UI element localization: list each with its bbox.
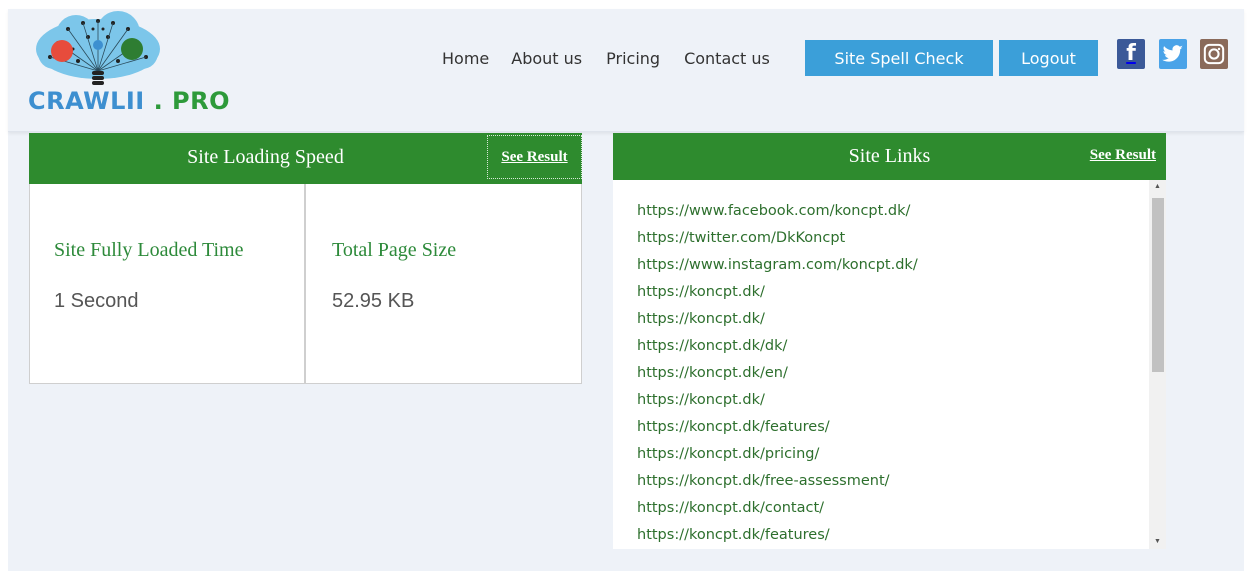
- links-card-header: Site Links See Result: [613, 133, 1166, 180]
- total-page-size-value: 52.95 KB: [332, 290, 415, 312]
- logout-button[interactable]: Logout: [999, 40, 1098, 76]
- fully-loaded-time-label: Site Fully Loaded Time: [54, 239, 244, 261]
- speed-card-header: Site Loading Speed See Result: [29, 133, 582, 184]
- fully-loaded-time-value: 1 Second: [54, 290, 139, 312]
- site-link-item[interactable]: https://twitter.com/DkKoncpt: [637, 230, 1147, 257]
- main-nav: Home About us Pricing Contact us: [442, 40, 794, 76]
- site-link-item[interactable]: https://www.facebook.com/koncpt.dk/: [637, 203, 1147, 230]
- site-link-item[interactable]: https://koncpt.dk/: [637, 284, 1147, 311]
- site-link-item[interactable]: https://koncpt.dk/dk/: [637, 338, 1147, 365]
- site-link-item[interactable]: https://koncpt.dk/en/: [637, 365, 1147, 392]
- instagram-camera-icon: [1203, 43, 1225, 65]
- site-link-item[interactable]: https://koncpt.dk/features/: [637, 527, 1147, 554]
- site-link-item[interactable]: https://koncpt.dk/pricing/: [637, 446, 1147, 473]
- nav-home[interactable]: Home: [442, 49, 489, 68]
- site-loading-speed-card: Site Loading Speed See Result Site Fully…: [29, 133, 582, 384]
- site-logo[interactable]: CRAWLII . PRO: [28, 9, 238, 124]
- site-link-item[interactable]: https://koncpt.dk/: [637, 311, 1147, 338]
- instagram-icon[interactable]: [1200, 39, 1228, 69]
- scroll-down-arrow-icon[interactable]: ▼: [1149, 535, 1166, 549]
- links-card-title: Site Links: [848, 145, 931, 167]
- fully-loaded-time-metric: Site Fully Loaded Time 1 Second: [30, 184, 306, 383]
- scroll-thumb[interactable]: [1152, 198, 1164, 372]
- site-links-card: Site Links See Result https://www.facebo…: [613, 133, 1166, 549]
- brand-name-part1: CRAWLII: [28, 87, 145, 115]
- cloud-network-logo-icon: [36, 11, 160, 85]
- site-link-item[interactable]: https://koncpt.dk/contact/: [637, 500, 1147, 527]
- twitter-icon[interactable]: [1159, 39, 1187, 69]
- total-page-size-metric: Total Page Size 52.95 KB: [307, 184, 582, 383]
- nav-contact-us[interactable]: Contact us: [684, 49, 770, 68]
- site-link-item[interactable]: https://koncpt.dk/free-assessment/: [637, 473, 1147, 500]
- speed-card-title: Site Loading Speed: [187, 146, 344, 168]
- site-link-item[interactable]: https://koncpt.dk/: [637, 392, 1147, 419]
- twitter-bird-icon: [1162, 45, 1183, 62]
- brand-name: CRAWLII . PRO: [28, 87, 230, 115]
- facebook-icon[interactable]: f: [1117, 39, 1145, 69]
- site-spell-check-button[interactable]: Site Spell Check: [805, 40, 993, 76]
- total-page-size-label: Total Page Size: [332, 239, 457, 261]
- nav-pricing[interactable]: Pricing: [606, 49, 660, 68]
- scroll-up-arrow-icon[interactable]: ▲: [1149, 180, 1166, 194]
- brand-name-part2: . PRO: [153, 87, 231, 115]
- site-header: CRAWLII . PRO Home About us Pricing Cont…: [8, 9, 1244, 132]
- site-link-item[interactable]: https://koncpt.dk/features/: [637, 419, 1147, 446]
- links-see-result-button[interactable]: See Result: [1090, 147, 1156, 164]
- speed-see-result-button[interactable]: See Result: [487, 135, 582, 179]
- nav-about-us[interactable]: About us: [511, 49, 582, 68]
- site-link-item[interactable]: https://www.instagram.com/koncpt.dk/: [637, 257, 1147, 284]
- site-links-list: https://www.facebook.com/koncpt.dk/https…: [637, 203, 1147, 554]
- page: CRAWLII . PRO Home About us Pricing Cont…: [8, 9, 1244, 571]
- links-scrollbar[interactable]: ▲ ▼: [1149, 180, 1166, 549]
- facebook-glyph: f: [1126, 41, 1136, 66]
